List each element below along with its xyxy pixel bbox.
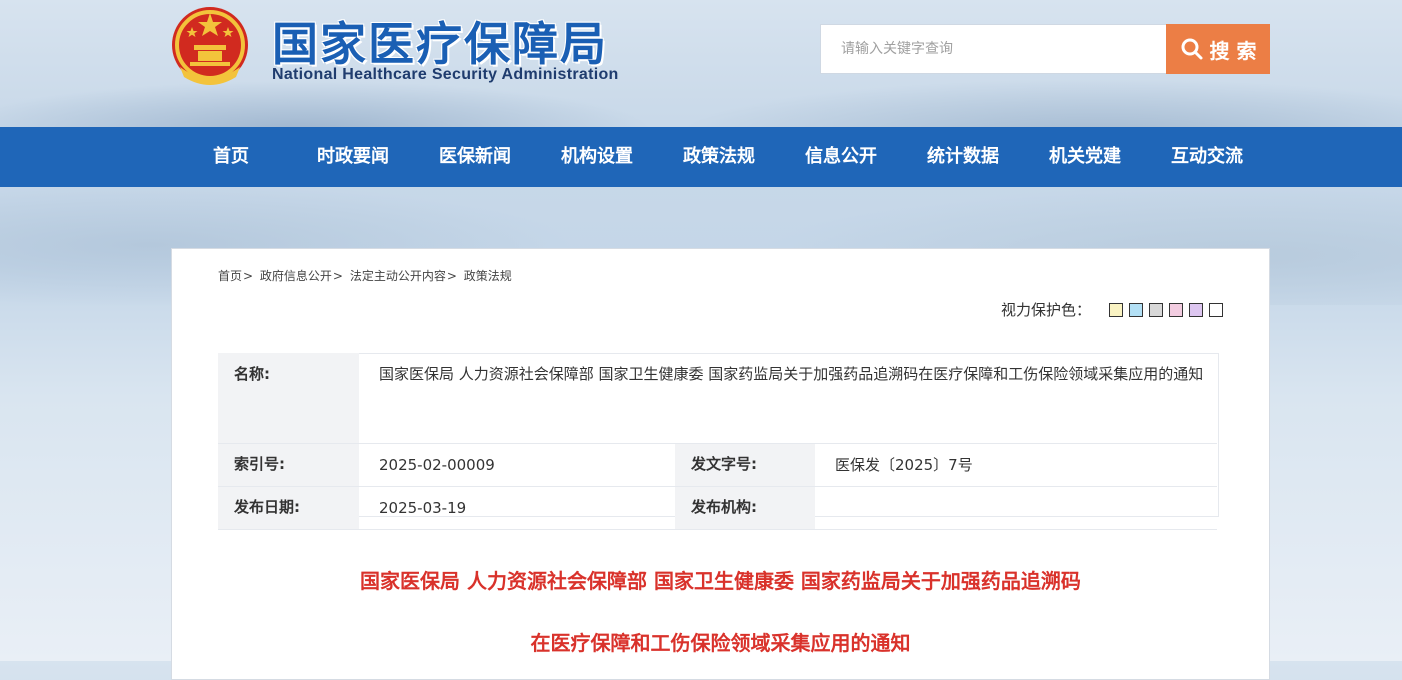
document-title-line2: 在医疗保障和工伤保险领域采集应用的通知 [530,631,911,655]
metadata-table: 名称: 国家医保局 人力资源社会保障部 国家卫生健康委 国家药监局关于加强药品追… [218,353,1217,530]
meta-docno-label: 发文字号: [675,443,815,487]
nav-item-info-disclosure[interactable]: 信息公开 [780,127,902,187]
site-header: 国家医疗保障局 National Healthcare Security Adm… [0,0,1402,127]
meta-date-value: 2025-03-19 [359,486,675,530]
nav-item-statistics[interactable]: 统计数据 [902,127,1024,187]
meta-name-label: 名称: [218,353,359,444]
nav-item-organization[interactable]: 机构设置 [536,127,658,187]
nav-item-home[interactable]: 首页 [170,127,292,187]
meta-org-value [815,486,1217,530]
nav-item-healthcare-news[interactable]: 医保新闻 [414,127,536,187]
eye-protection-switcher: 视力保护色： [1001,299,1223,320]
breadcrumb-home[interactable]: 首页 [218,269,242,283]
national-emblem-icon [172,7,248,85]
eye-protection-label: 视力保护色： [1000,301,1091,319]
nav-item-policies[interactable]: 政策法规 [658,127,780,187]
meta-index-label: 索引号: [218,443,359,487]
nav-item-party-building[interactable]: 机关党建 [1024,127,1146,187]
meta-name-value: 国家医保局 人力资源社会保障部 国家卫生健康委 国家药监局关于加强药品追溯码在医… [359,353,1217,444]
nav-item-interaction[interactable]: 互动交流 [1146,127,1268,187]
breadcrumb-statutory[interactable]: 法定主动公开内容 [350,269,446,283]
meta-date-label: 发布日期: [218,486,359,530]
color-swatch-gray[interactable] [1149,302,1163,317]
color-swatch-pink[interactable] [1169,302,1183,317]
meta-index-value: 2025-02-00009 [359,443,675,487]
search-button-label: 搜 索 [1209,38,1257,63]
meta-docno-value: 医保发〔2025〕7号 [815,443,1217,487]
breadcrumb: 首页> 政府信息公开> 法定主动公开内容> 政策法规 [218,269,512,283]
search-input[interactable] [820,24,1188,74]
search-button[interactable]: 搜 索 [1166,24,1270,74]
color-swatch-blue[interactable] [1129,302,1143,317]
breadcrumb-policies[interactable]: 政策法规 [464,269,512,283]
search-icon [1181,38,1203,60]
color-swatch-white[interactable] [1209,302,1223,317]
nav-item-politics-news[interactable]: 时政要闻 [292,127,414,187]
site-subtitle: National Healthcare Security Administrat… [272,66,619,83]
document-title-line1: 国家医保局 人力资源社会保障部 国家卫生健康委 国家药监局关于加强药品追溯码 [360,569,1081,593]
breadcrumb-gov-info[interactable]: 政府信息公开 [260,269,332,283]
content-panel: 首页> 政府信息公开> 法定主动公开内容> 政策法规 视力保护色： 名称: 国家… [171,248,1270,680]
color-swatch-yellow[interactable] [1109,302,1123,317]
main-nav: 首页 时政要闻 医保新闻 机构设置 政策法规 信息公开 统计数据 机关党建 互动… [0,127,1402,187]
color-swatch-purple[interactable] [1189,302,1203,317]
search-box: 搜 索 [820,24,1270,74]
meta-org-label: 发布机构: [675,486,815,530]
site-title: 国家医疗保障局 [272,17,608,71]
